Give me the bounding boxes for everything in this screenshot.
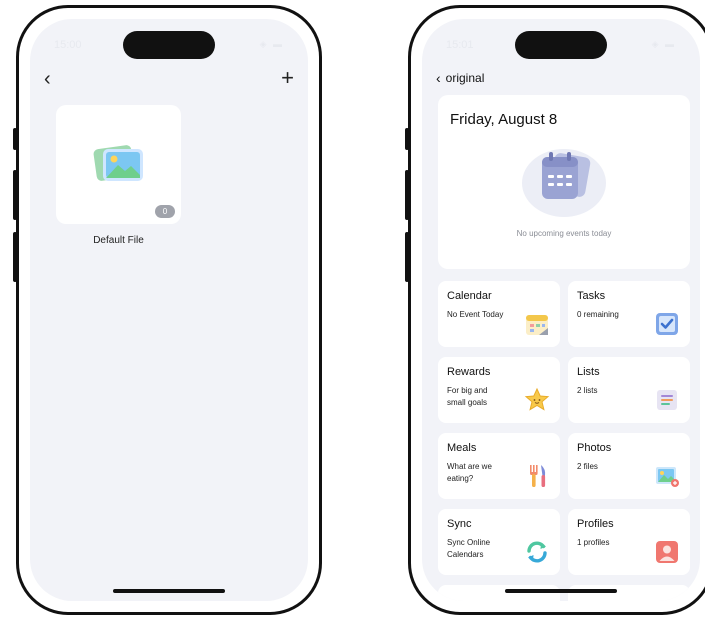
tile-sync[interactable]: Sync Sync Online Calendars [438, 509, 560, 575]
utensils-icon [530, 465, 546, 487]
back-label: original [445, 71, 485, 85]
empty-state-text: No upcoming events today [516, 229, 612, 238]
plus-icon[interactable]: + [281, 67, 294, 89]
back-button[interactable]: ‹ original [436, 71, 484, 85]
status-icons: ◈ ▬ [651, 39, 676, 49]
tile-calendar[interactable]: Calendar No Event Today [438, 281, 560, 347]
tile-title: Sync [447, 518, 472, 530]
tile-title: Photos [577, 442, 612, 454]
status-time: 15:00 [54, 39, 82, 51]
tile-subtitle: 2 files [577, 462, 598, 471]
item-count-badge: 0 [155, 205, 175, 218]
tile-meals[interactable]: Meals What are we eating? [438, 433, 560, 499]
tile-subtitle: What are we eating? [447, 462, 492, 483]
calendar-illustration-icon [522, 149, 606, 217]
list-icon [657, 390, 677, 410]
status-icons: ◈ ▬ [259, 39, 284, 49]
date-card: Friday, August 8 No upcoming events toda… [438, 95, 690, 269]
tile-title: Meals [447, 442, 477, 454]
tile-subtitle: For big and small goals [447, 386, 488, 407]
tile-subtitle: 2 lists [577, 386, 598, 395]
status-time: 15:01 [446, 39, 474, 51]
tile-title: Tasks [577, 290, 606, 302]
home-indicator [113, 589, 225, 593]
tile-partial[interactable] [568, 585, 690, 601]
tile-title: Profiles [577, 518, 614, 530]
phone-frame-right: 15:01 ◈ ▬ ‹ original Friday, August 8 No… [408, 5, 705, 615]
tile-lists[interactable]: Lists 2 lists [568, 357, 690, 423]
screen-right: 15:01 ◈ ▬ ‹ original Friday, August 8 No… [422, 19, 700, 601]
tile-title: Calendar [447, 290, 492, 302]
date-title: Friday, August 8 [450, 111, 558, 128]
chevron-left-icon: ‹ [436, 70, 441, 86]
photo-icon [656, 467, 679, 487]
home-indicator [505, 589, 617, 593]
chevron-left-icon[interactable]: ‹ [44, 69, 51, 89]
star-icon [524, 387, 550, 411]
photo-gallery-icon [93, 145, 143, 181]
tile-profiles[interactable]: Profiles 1 profiles [568, 509, 690, 575]
tile-rewards[interactable]: Rewards For big and small goals [438, 357, 560, 423]
dynamic-island [123, 31, 215, 59]
tile-subtitle: No Event Today [447, 310, 504, 319]
calendar-icon [526, 315, 548, 335]
tile-subtitle: Sync Online Calendars [447, 538, 491, 559]
sync-icon [527, 541, 547, 563]
dynamic-island [515, 31, 607, 59]
profile-icon [656, 541, 678, 563]
tile-subtitle: 0 remaining [577, 310, 619, 319]
tile-title: Lists [577, 366, 600, 378]
screen-left: 15:00 ◈ ▬ ‹ + 0 Default File [30, 19, 308, 601]
album-card[interactable]: 0 [56, 105, 181, 224]
phone-frame-left: 15:00 ◈ ▬ ‹ + 0 Default File [16, 5, 322, 615]
checkbox-icon [656, 313, 678, 335]
tile-partial[interactable] [438, 585, 560, 601]
tile-subtitle: 1 profiles [577, 538, 610, 547]
tile-title: Rewards [447, 366, 491, 378]
tile-photos[interactable]: Photos 2 files [568, 433, 690, 499]
album-title: Default File [93, 235, 144, 246]
tile-tasks[interactable]: Tasks 0 remaining [568, 281, 690, 347]
